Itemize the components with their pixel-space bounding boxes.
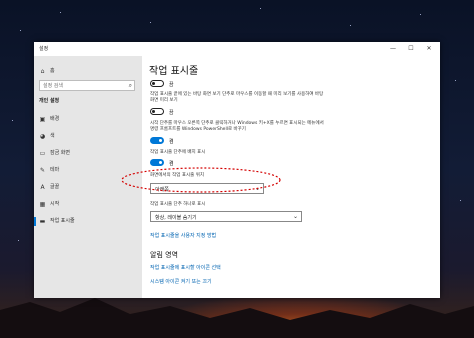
theme-icon: ✎ — [39, 167, 46, 174]
star — [20, 30, 21, 31]
badge-setting-label: 작업 표시줄 단추에 배지 표시 — [150, 150, 206, 155]
image-icon: ▣ — [39, 116, 46, 123]
start-icon: ▦ — [39, 201, 46, 208]
sidebar-item-label: 색 — [50, 133, 55, 139]
red-dotted-highlight-ellipse — [121, 167, 281, 193]
palette-icon: ◕ — [39, 133, 46, 140]
sidebar-item-taskbar[interactable]: ▬ 작업 표시줄 — [34, 215, 142, 228]
sidebar-item-label: 잠금 화면 — [50, 150, 70, 156]
toggle-knob — [159, 139, 162, 142]
search-box[interactable]: ⌕ — [39, 80, 135, 91]
sidebar-item-label: 시작 — [50, 201, 60, 207]
home-icon: ⌂ — [40, 68, 45, 75]
sidebar-item-start[interactable]: ▦ 시작 — [34, 198, 142, 211]
toggle-knob — [152, 110, 155, 113]
sidebar-item-label: 홈 — [50, 68, 55, 74]
window-title: 설정 — [39, 46, 49, 52]
desktop-peek-toggle-state: 끔 — [169, 110, 174, 116]
star — [12, 120, 13, 121]
combine-buttons-value: 항상, 레이블 숨기기 — [155, 215, 197, 221]
system-icons-link[interactable]: 시스템 아이콘 켜기 또는 끄기 — [150, 278, 212, 285]
title-bar: 설정 — ☐ ✕ — [34, 42, 440, 56]
sidebar-item-label: 작업 표시줄 — [50, 218, 75, 224]
sidebar-item-colors[interactable]: ◕ 색 — [34, 130, 142, 143]
page-title: 작업 표시줄 — [149, 66, 199, 77]
desktop-peek-description: 작업 표시줄 끝에 있는 바탕 화면 보기 단추로 마우스를 이동할 때 미리 … — [150, 92, 324, 103]
select-icons-link[interactable]: 작업 표시줄에 표시할 아이콘 선택 — [150, 264, 221, 271]
lock-screen-icon: ▭ — [39, 150, 46, 157]
toggle-knob — [152, 82, 155, 85]
desktop-peek-toggle[interactable] — [150, 108, 164, 115]
search-icon[interactable]: ⌕ — [129, 82, 132, 90]
star — [260, 8, 261, 9]
badge-toggle[interactable] — [150, 159, 164, 166]
star — [460, 200, 461, 201]
sidebar-item-background[interactable]: ▣ 배경 — [34, 113, 142, 126]
powershell-replace-description: 시작 단추를 마우스 오른쪽 단추로 클릭하거나 Windows 키+X를 누르… — [150, 121, 324, 132]
combine-buttons-dropdown[interactable]: 항상, 레이블 숨기기 ⌄ — [150, 211, 302, 222]
star — [60, 12, 61, 13]
toggle-state-1: 끔 — [169, 82, 174, 88]
active-indicator — [34, 217, 36, 226]
star — [420, 14, 421, 15]
sidebar-item-label: 배경 — [50, 116, 60, 122]
maximize-button[interactable]: ☐ — [404, 43, 418, 54]
star — [150, 22, 151, 23]
star — [18, 240, 19, 241]
close-button[interactable]: ✕ — [422, 43, 436, 54]
chevron-down-icon: ⌄ — [292, 213, 298, 220]
minimize-button[interactable]: — — [386, 43, 400, 54]
taskbar-icon: ▬ — [39, 218, 46, 225]
toggle-switch-1[interactable] — [150, 80, 164, 87]
sidebar-group-heading: 개인 설정 — [39, 98, 60, 104]
customize-taskbar-link[interactable]: 작업 표시줄을 사용자 지정 방법 — [150, 232, 216, 239]
star — [455, 80, 456, 81]
sidebar-item-label: 테마 — [50, 167, 60, 173]
combine-buttons-label: 작업 표시줄 단추 하나로 표시 — [150, 202, 206, 207]
powershell-replace-toggle-state: 켬 — [169, 139, 174, 145]
sidebar-item-lock-screen[interactable]: ▭ 잠금 화면 — [34, 147, 142, 160]
sidebar-item-label: 글꼴 — [50, 184, 60, 190]
powershell-replace-toggle[interactable] — [150, 137, 164, 144]
font-icon: A — [40, 184, 45, 191]
search-input[interactable] — [43, 82, 123, 90]
sidebar-item-home[interactable]: ⌂ 홈 — [34, 65, 142, 78]
toggle-knob — [159, 161, 162, 164]
star — [350, 25, 351, 26]
notification-area-heading: 알림 영역 — [150, 251, 178, 259]
